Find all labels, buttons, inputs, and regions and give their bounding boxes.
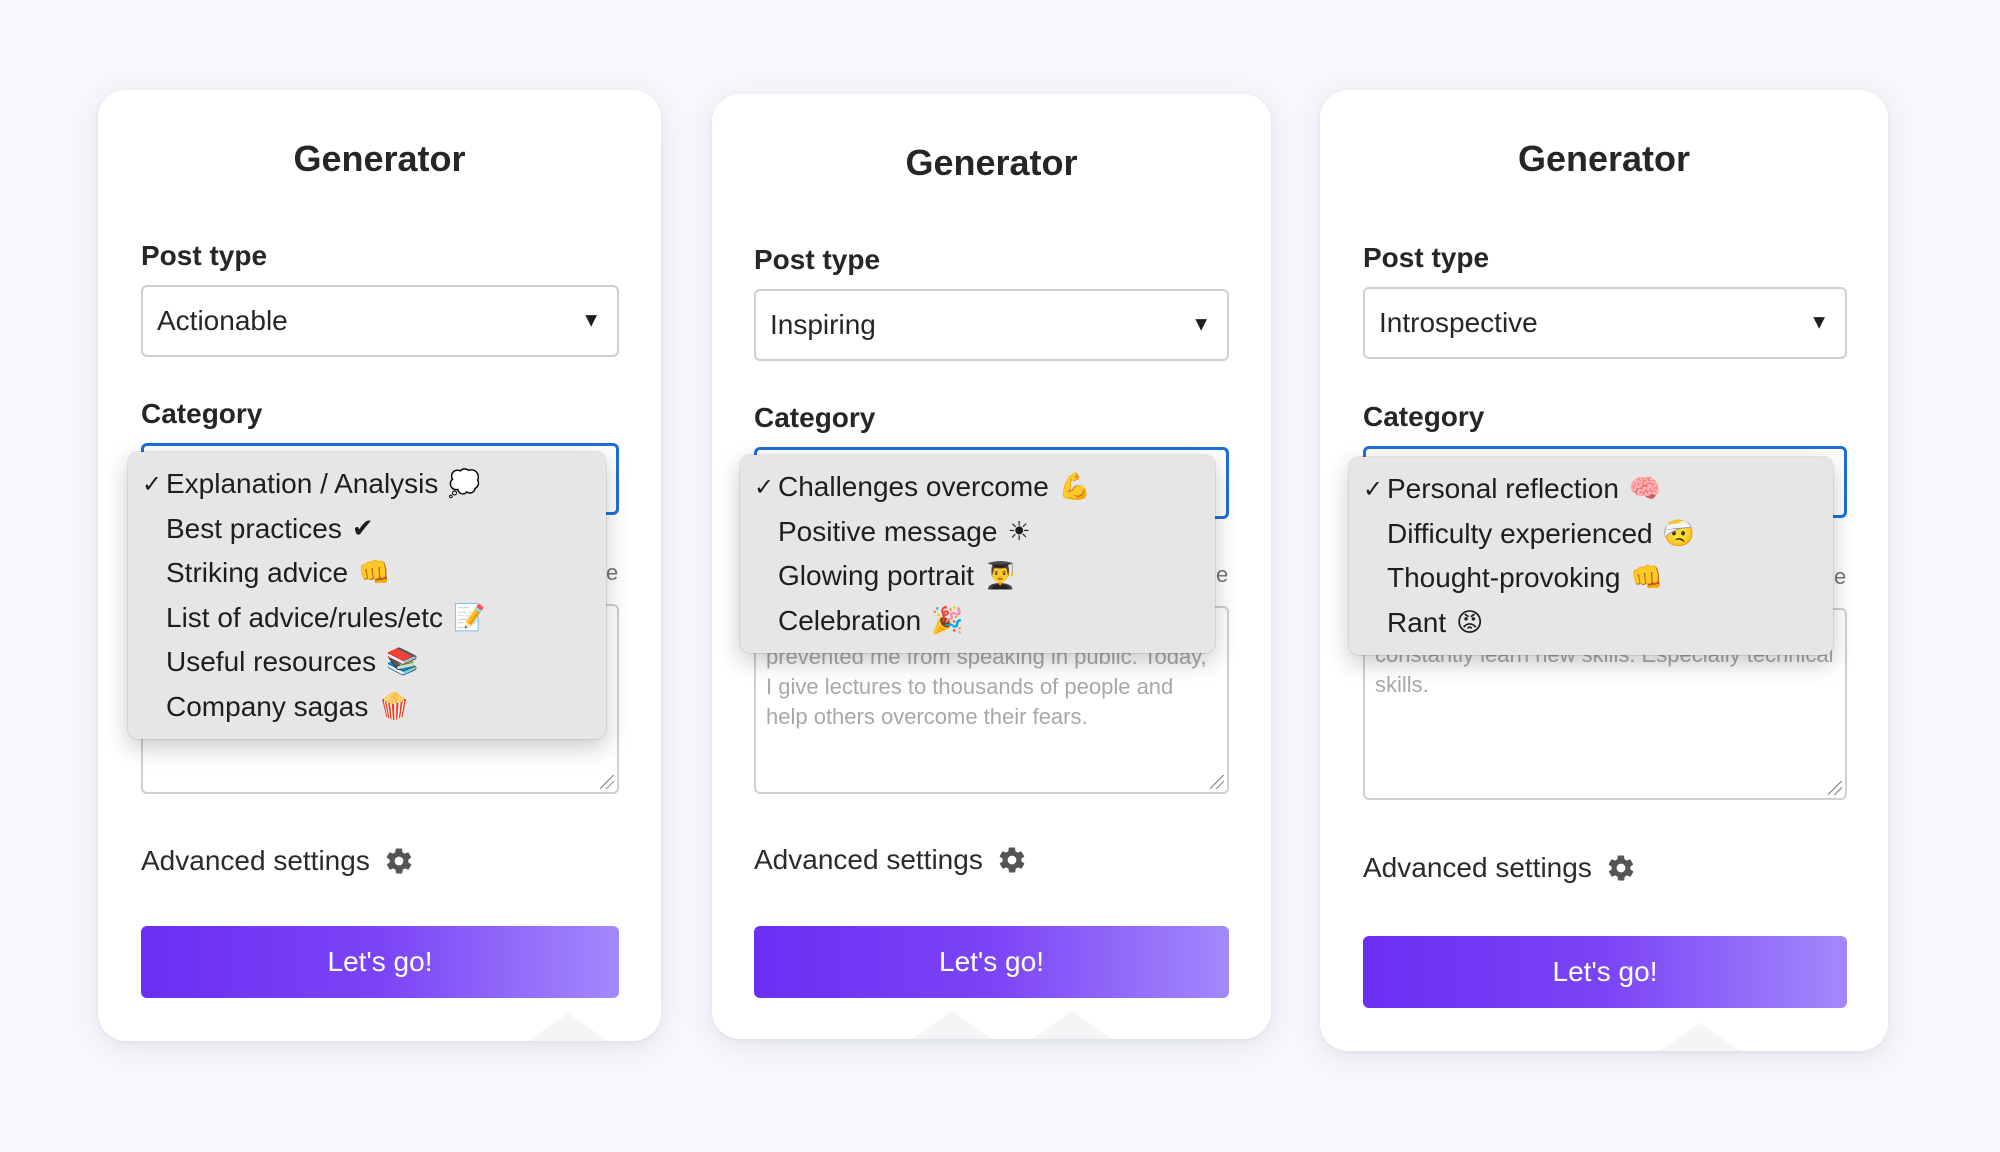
popcorn-icon: 🍿 — [378, 691, 411, 722]
decorative-shape — [1032, 1011, 1112, 1039]
partial-label: e — [1216, 562, 1229, 587]
menu-item-thought-provoking[interactable]: Thought-provoking 👊 — [1349, 556, 1833, 601]
card-title: Generator — [905, 142, 1078, 183]
sun-icon: ☀ — [1007, 516, 1031, 547]
menu-item-label: Challenges overcome — [778, 471, 1049, 503]
post-type-label: Post type — [1363, 242, 1490, 273]
lets-go-button[interactable]: Let's go! — [754, 926, 1229, 998]
partial-label: e — [606, 560, 619, 585]
category-label: Category — [1363, 401, 1485, 432]
post-type-select[interactable]: Introspective ▼ — [1363, 287, 1847, 359]
party-popper-icon: 🎉 — [931, 605, 964, 636]
card-title: Generator — [1517, 138, 1691, 179]
menu-item-label: Best practices — [166, 512, 342, 544]
menu-item-label: Thought-provoking — [1387, 562, 1621, 594]
menu-item-celebration[interactable]: Celebration 🎉 — [740, 599, 1215, 644]
resize-handle[interactable] — [1210, 775, 1224, 789]
post-type-value: Actionable — [157, 305, 288, 336]
menu-item-best-practices[interactable]: Best practices ✔ — [128, 507, 606, 552]
gear-icon — [1606, 853, 1636, 883]
partial-label: e — [1834, 564, 1847, 589]
menu-item-glowing-portrait[interactable]: Glowing portrait 👨‍🎓 — [740, 554, 1215, 599]
flexed-biceps-icon: 💪 — [1058, 472, 1092, 503]
fist-icon: 👊 — [1630, 563, 1663, 594]
menu-item-positive-message[interactable]: Positive message ☀ — [740, 510, 1215, 555]
post-type-value: Introspective — [1379, 307, 1538, 338]
chevron-down-icon: ▼ — [1191, 313, 1211, 336]
menu-item-difficulty-experienced[interactable]: Difficulty experienced 🤕 — [1349, 512, 1833, 557]
menu-item-label: Company sagas — [166, 690, 369, 722]
advanced-settings-toggle[interactable]: Advanced settings — [141, 845, 414, 877]
lets-go-button[interactable]: Let's go! — [141, 926, 619, 998]
menu-item-striking-advice[interactable]: Striking advice 👊 — [128, 551, 606, 596]
menu-item-label: Rant — [1387, 606, 1447, 638]
thought-bubble-icon: 💭 — [448, 469, 481, 500]
angry-face-icon: 😡 — [1456, 607, 1484, 638]
category-dropdown-menu: ✓ Explanation / Analysis 💭 Best practices ✔… — [128, 452, 606, 739]
category-dropdown-menu: ✓ Challenges overcome 💪 Positive message ☀ … — [740, 455, 1215, 653]
menu-item-label: Positive message — [778, 515, 998, 547]
menu-item-personal-reflection[interactable]: ✓ Personal reflection 🧠 — [1349, 467, 1833, 512]
gear-icon — [997, 845, 1027, 875]
memo-icon: 📝 — [453, 602, 486, 633]
menu-item-label: Glowing portrait — [778, 560, 975, 592]
checkmark-icon: ✔ — [351, 513, 374, 544]
category-label: Category — [141, 398, 263, 429]
advanced-settings-toggle[interactable]: Advanced settings — [1363, 852, 1636, 884]
chevron-down-icon: ▼ — [1809, 311, 1829, 334]
post-type-select[interactable]: Inspiring ▼ — [754, 289, 1229, 361]
resize-handle[interactable] — [600, 775, 614, 789]
gear-icon — [384, 846, 414, 876]
bandaged-face-icon: 🤕 — [1662, 518, 1695, 549]
menu-item-label: Personal reflection — [1387, 473, 1619, 505]
check-icon: ✓ — [1363, 475, 1384, 503]
menu-item-label: List of advice/rules/etc — [166, 601, 444, 633]
post-type-label: Post type — [754, 244, 881, 275]
decorative-shape — [528, 1013, 608, 1041]
card-title: Generator — [293, 138, 466, 179]
decorative-shape — [1660, 1023, 1740, 1051]
advanced-settings-toggle[interactable]: Advanced settings — [754, 844, 1027, 876]
advanced-settings-label: Advanced settings — [141, 845, 370, 876]
chevron-down-icon: ▼ — [581, 309, 601, 332]
category-label: Category — [754, 402, 876, 433]
menu-item-rant[interactable]: Rant 😡 — [1349, 601, 1833, 646]
menu-item-label: Explanation / Analysis — [166, 468, 439, 500]
books-icon: 📚 — [386, 647, 419, 678]
brain-icon: 🧠 — [1628, 474, 1662, 505]
check-icon: ✓ — [142, 470, 163, 498]
resize-handle[interactable] — [1828, 781, 1842, 795]
menu-item-label: Difficulty experienced — [1387, 517, 1653, 549]
post-type-label: Post type — [141, 240, 268, 271]
textarea-text: prevented me from speaking in public. To… — [766, 644, 1207, 729]
menu-item-challenges-overcome[interactable]: ✓ Challenges overcome 💪 — [740, 465, 1215, 510]
menu-item-label: Useful resources — [166, 646, 377, 678]
category-dropdown-menu: ✓ Personal reflection 🧠 Difficulty experie… — [1349, 457, 1833, 655]
menu-item-company-sagas[interactable]: Company sagas 🍿 — [128, 685, 606, 730]
advanced-settings-label: Advanced settings — [754, 844, 983, 875]
menu-item-list-of-advice[interactable]: List of advice/rules/etc 📝 — [128, 596, 606, 641]
menu-item-useful-resources[interactable]: Useful resources 📚 — [128, 640, 606, 685]
post-type-value: Inspiring — [770, 309, 876, 340]
graduate-icon: 👨‍🎓 — [984, 561, 1017, 592]
advanced-settings-label: Advanced settings — [1363, 852, 1592, 883]
lets-go-button[interactable]: Let's go! — [1363, 936, 1847, 1008]
decorative-shape — [912, 1011, 992, 1039]
menu-item-label: Striking advice — [166, 557, 349, 589]
menu-item-explanation-analysis[interactable]: ✓ Explanation / Analysis 💭 — [128, 462, 606, 507]
fist-icon: 👊 — [358, 558, 391, 589]
menu-item-label: Celebration — [778, 604, 922, 636]
check-icon: ✓ — [754, 473, 775, 501]
post-type-select[interactable]: Actionable ▼ — [141, 285, 619, 357]
